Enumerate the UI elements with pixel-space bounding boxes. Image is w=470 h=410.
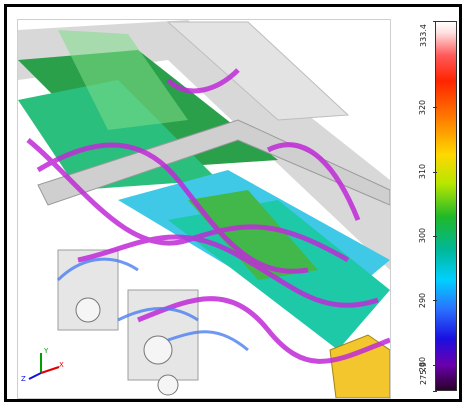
axis-x-label: X [59,361,64,369]
axis-y-label: Y [44,347,49,355]
fan-icon [157,374,179,396]
colorbar-tick-mark [433,21,437,22]
cfd-viewport[interactable] [17,19,391,399]
colorbar-tick-label: 275.9 [418,361,428,385]
data-center-model [18,20,390,398]
colorbar-tick-label: 290 [418,292,428,308]
axis-z-label: Z [21,375,26,383]
colorbar-tick-mark [433,364,437,366]
colorbar-tick-mark [433,235,437,237]
colorbar-tick-label: 300 [418,228,428,244]
colorbar-tick-mark [433,171,437,173]
colorbar-tick-label: 333.4 [418,23,428,47]
colorbar-tick-mark [433,391,437,392]
colorbar-tick-mark [433,300,437,302]
colorbar-tick-mark [433,107,437,109]
fan-icon [75,297,101,323]
colorbar-tick-label: 320 [418,99,428,115]
colorbar-tick-label: 310 [418,163,428,180]
fan-icon [143,335,173,365]
axes-triad: Y X Z [21,345,65,385]
figure-frame: Y X Z 333.4 320 310 300 290 280 275.9 [4,4,462,402]
temperature-colorbar [435,21,457,391]
